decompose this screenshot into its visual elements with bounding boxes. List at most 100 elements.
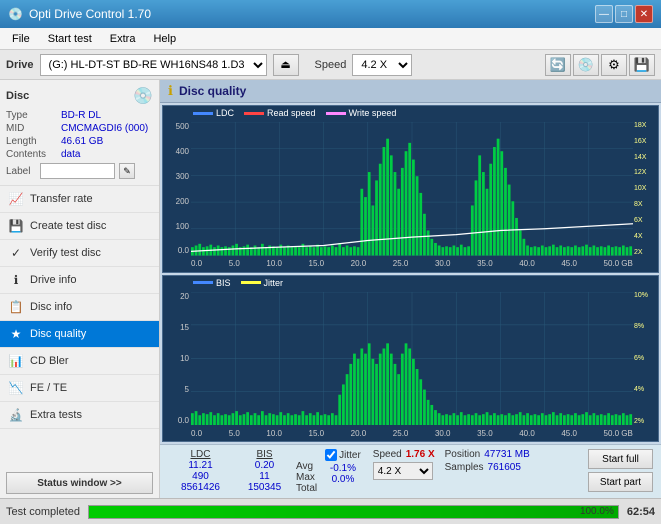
menu-help[interactable]: Help	[145, 31, 184, 47]
chart1-legend: LDC Read speed Write speed	[193, 108, 396, 118]
bis-header: BIS	[237, 449, 292, 460]
sidebar-item-disc-quality[interactable]: ★ Disc quality	[0, 321, 159, 348]
settings-button[interactable]: ⚙	[601, 54, 627, 76]
y-right-14x: 14X	[633, 154, 658, 161]
sidebar-item-cd-bler[interactable]: 📊 CD Bler	[0, 348, 159, 375]
nav-label-cd-bler: CD Bler	[30, 355, 69, 367]
disc-button[interactable]: 💿	[573, 54, 599, 76]
chart1-y-axis-left: 500 400 300 200 100 0.0	[163, 122, 191, 256]
y-right-2x: 2X	[633, 249, 658, 256]
chart1-x-axis: 0.0 5.0 10.0 15.0 20.0 25.0 30.0 35.0 40…	[191, 256, 633, 272]
sidebar-item-fe-te[interactable]: 📉 FE / TE	[0, 375, 159, 402]
label-edit-button[interactable]: ✎	[119, 163, 135, 179]
disc-mid-row: MID CMCMAGDI6 (000)	[6, 123, 153, 134]
chart2-svg	[191, 292, 633, 426]
speed-row: Speed 1.76 X	[373, 449, 435, 460]
legend-ldc: LDC	[193, 108, 234, 118]
action-buttons: Start full Start part	[588, 449, 653, 492]
sidebar-item-transfer-rate[interactable]: 📈 Transfer rate	[0, 186, 159, 213]
chart1-y-axis-right: 18X 16X 14X 12X 10X 8X 6X 4X 2X	[633, 122, 658, 256]
menu-file[interactable]: File	[4, 31, 38, 47]
type-label: Type	[6, 110, 61, 121]
chart2-y-axis-left: 20 15 10 5 0.0	[163, 292, 191, 426]
type-value: BD-R DL	[61, 110, 101, 121]
avg-jitter: -0.1%	[325, 463, 361, 474]
stats-ldc-col: LDC 11.21 490 8561426	[168, 449, 233, 493]
y-label-100: 100	[163, 222, 191, 231]
start-full-button[interactable]: Start full	[588, 449, 653, 469]
avg-ldc: 11.21	[168, 460, 233, 471]
y-label-200: 200	[163, 197, 191, 206]
disc-info-icon: 📋	[8, 299, 24, 315]
title-bar-left: 💿 Opti Drive Control 1.70	[8, 7, 151, 21]
y-right-6x: 6X	[633, 217, 658, 224]
samples-value: 761605	[488, 462, 521, 473]
nav-label-transfer-rate: Transfer rate	[30, 193, 93, 205]
sidebar-item-disc-info[interactable]: 📋 Disc info	[0, 294, 159, 321]
elapsed-time: 62:54	[627, 506, 655, 518]
sidebar-item-extra-tests[interactable]: 🔬 Extra tests	[0, 402, 159, 429]
position-value: 47731 MB	[484, 449, 530, 460]
sidebar-item-create-test-disc[interactable]: 💾 Create test disc	[0, 213, 159, 240]
title-bar-controls: — □ ✕	[595, 5, 653, 23]
close-button[interactable]: ✕	[635, 5, 653, 23]
menu-extra[interactable]: Extra	[102, 31, 144, 47]
x-label-25: 25.0	[393, 259, 409, 268]
y-label-300: 300	[163, 172, 191, 181]
label-input[interactable]	[40, 163, 115, 179]
bis-chart: BIS Jitter	[162, 275, 659, 443]
legend-write-speed: Write speed	[326, 108, 397, 118]
legend-jitter: Jitter	[241, 278, 284, 288]
fe-te-icon: 📉	[8, 380, 24, 396]
disc-quality-icon: ★	[8, 326, 24, 342]
x-label-40: 40.0	[519, 259, 535, 268]
refresh-button[interactable]: 🔄	[545, 54, 571, 76]
speed-label: Speed	[315, 59, 347, 71]
sidebar-item-verify-test-disc[interactable]: ✓ Verify test disc	[0, 240, 159, 267]
charts-area: LDC Read speed Write speed	[160, 103, 661, 444]
maximize-button[interactable]: □	[615, 5, 633, 23]
y-right-12x: 12X	[633, 169, 658, 176]
avg-label: Avg	[296, 461, 317, 472]
content-area: ℹ Disc quality LDC Read speed	[160, 80, 661, 498]
max-ldc: 490	[168, 471, 233, 482]
speed-select[interactable]: 4.2 X	[352, 54, 412, 76]
menu-bar: File Start test Extra Help	[0, 28, 661, 50]
speed-dropdown[interactable]: 4.2 X	[373, 462, 433, 480]
total-label: Total	[296, 483, 317, 494]
toolbar-buttons: 🔄 💿 ⚙ 💾	[545, 54, 655, 76]
progress-text: 100.0%	[580, 506, 614, 518]
stats-row: LDC 11.21 490 8561426 BIS 0.20 11 150345…	[168, 449, 653, 494]
menu-starttest[interactable]: Start test	[40, 31, 100, 47]
x-label-50: 50.0 GB	[604, 259, 633, 268]
status-window-button[interactable]: Status window >>	[6, 472, 153, 494]
jitter-checkbox[interactable]	[325, 449, 337, 461]
contents-label: Contents	[6, 149, 61, 160]
save-button[interactable]: 💾	[629, 54, 655, 76]
eject-button[interactable]: ⏏	[273, 54, 299, 76]
chart1-svg	[191, 122, 633, 256]
jitter-label: Jitter	[339, 450, 361, 461]
y-right-16x: 16X	[633, 138, 658, 145]
nav-label-extra-tests: Extra tests	[30, 409, 82, 421]
drive-select[interactable]: (G:) HL-DT-ST BD-RE WH16NS48 1.D3	[40, 54, 267, 76]
x-label-45: 45.0	[561, 259, 577, 268]
disc-header: Disc 💿	[6, 86, 153, 106]
sidebar-item-drive-info[interactable]: ℹ Drive info	[0, 267, 159, 294]
nav-label-verify-test-disc: Verify test disc	[30, 247, 101, 259]
stats-panel: LDC 11.21 490 8561426 BIS 0.20 11 150345…	[160, 444, 661, 498]
app-title: Opti Drive Control 1.70	[29, 7, 151, 21]
sidebar: Disc 💿 Type BD-R DL MID CMCMAGDI6 (000) …	[0, 80, 160, 498]
nav-label-disc-quality: Disc quality	[30, 328, 86, 340]
progress-fill	[89, 506, 618, 518]
start-part-button[interactable]: Start part	[588, 472, 653, 492]
disc-icon: 💿	[133, 86, 153, 106]
row-labels: Avg Max Total	[296, 461, 317, 494]
minimize-button[interactable]: —	[595, 5, 613, 23]
nav-label-disc-info: Disc info	[30, 301, 72, 313]
total-ldc: 8561426	[168, 482, 233, 493]
disc-label-row: Label ✎	[6, 163, 153, 179]
samples-label: Samples	[445, 462, 484, 473]
drive-bar: Drive (G:) HL-DT-ST BD-RE WH16NS48 1.D3 …	[0, 50, 661, 80]
disc-quality-header-icon: ℹ	[168, 83, 173, 99]
